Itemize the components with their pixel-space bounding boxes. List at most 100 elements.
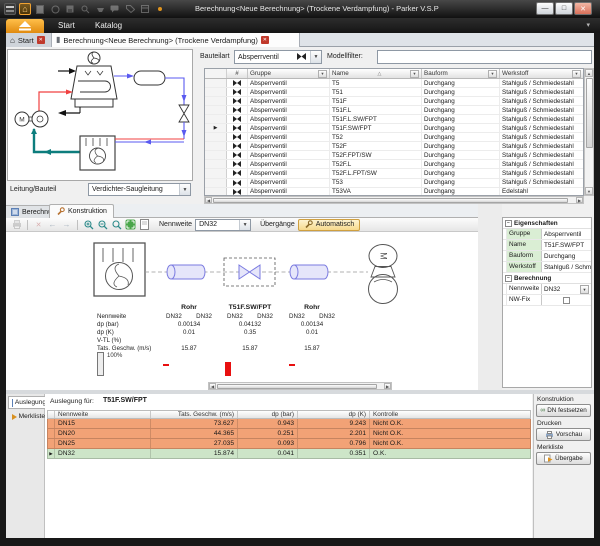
parts-table-row[interactable]: AbsperrventilT52F.LDurchgangStahlguß / S…: [205, 160, 583, 169]
parts-table-row[interactable]: AbsperrventilT52FDurchgangStahlguß / Sch…: [205, 142, 583, 151]
group-eigenschaften[interactable]: − Eigenschaften: [503, 218, 591, 229]
close-button[interactable]: ✕: [574, 2, 592, 15]
modellfilter-input[interactable]: [377, 50, 592, 64]
tab-konstruktion-view[interactable]: Konstruktion: [49, 204, 114, 218]
leitung-bauteil-select[interactable]: Verdichter-Saugleitung ▼: [88, 183, 191, 196]
parts-table-row[interactable]: AbsperrventilT52DurchgangStahlguß / Schm…: [205, 133, 583, 142]
component-geschw: 15.87: [220, 345, 280, 352]
window-border: [594, 33, 600, 546]
menu-katalog[interactable]: Katalog: [95, 21, 122, 30]
parts-table-row[interactable]: AbsperrventilT51F.L.SW/FPTDurchgangStahl…: [205, 115, 583, 124]
group-berechnung[interactable]: − Berechnung: [503, 273, 591, 284]
valve-icon: [227, 151, 248, 159]
close-tab-icon[interactable]: ✕: [37, 36, 45, 44]
print-icon[interactable]: [11, 219, 22, 230]
tab-auslegung[interactable]: Auslegung: [8, 396, 49, 409]
cell-gruppe: Absperrventil: [248, 169, 330, 177]
tab-start[interactable]: ⌂ Start ✕: [6, 33, 52, 47]
filter-icon[interactable]: ▼: [488, 70, 497, 78]
column-name[interactable]: Name△▼: [330, 69, 422, 78]
fit-to-view-icon[interactable]: [125, 219, 136, 230]
back-icon[interactable]: ←: [47, 219, 58, 230]
collapse-icon[interactable]: −: [505, 275, 512, 282]
parts-table-row[interactable]: AbsperrventilT51DurchgangStahlguß / Schm…: [205, 88, 583, 97]
favorites-icon[interactable]: [94, 3, 106, 15]
column-hash[interactable]: #: [227, 69, 248, 78]
property-row-werkstoff[interactable]: WerkstoffStahlguß / Schmiedestahl: [503, 262, 591, 273]
auslegung-table-row[interactable]: DN2044.3650.2512.201Nicht O.K.: [47, 429, 531, 439]
cell-werkstoff: Stahlguß / Schmiedestahl: [500, 106, 583, 114]
parts-table-row[interactable]: ▶AbsperrventilT51F.SW/FPTDurchgangStahlg…: [205, 124, 583, 133]
cell-gruppe: Absperrventil: [248, 124, 330, 132]
open-icon[interactable]: [49, 3, 61, 15]
comment-icon[interactable]: [109, 3, 121, 15]
close-tab-icon[interactable]: ✕: [261, 36, 269, 44]
dropdown-arrow-icon[interactable]: ▼: [580, 285, 589, 294]
parts-table-row[interactable]: AbsperrventilT52F.L.FPT/SWDurchgangStahl…: [205, 169, 583, 178]
automatisch-toggle-button[interactable]: Automatisch: [298, 219, 361, 231]
uebergabe-button[interactable]: Übergabe: [536, 452, 591, 465]
cell-gruppe: Absperrventil: [248, 151, 330, 159]
canvas-hscrollbar[interactable]: ◀ ▶: [208, 382, 392, 390]
auslegung-table-row[interactable]: DN1573.6270.9439.243Nicht O.K.: [47, 419, 531, 429]
parts-table-row[interactable]: AbsperrventilT53DurchgangStahlguß / Schm…: [205, 179, 583, 188]
parts-table-vscrollbar[interactable]: ▲ ▼: [584, 68, 594, 196]
row-indicator: [205, 106, 227, 114]
zoom-in-icon[interactable]: [83, 219, 94, 230]
delete-icon[interactable]: ✕: [33, 219, 44, 230]
dn-festsetzen-button[interactable]: ∞ DN festsetzen: [536, 404, 591, 417]
auslegung-table-header: Nennweite Tats. Geschw. (m/s) dp (bar) d…: [47, 410, 531, 419]
parts-table-row[interactable]: AbsperrventilT5DurchgangStahlguß / Schmi…: [205, 79, 583, 88]
auslegung-table-row[interactable]: DN2527.0350.0930.796Nicht O.K.: [47, 439, 531, 449]
menu-start[interactable]: Start: [58, 21, 75, 30]
collapse-icon[interactable]: −: [505, 220, 512, 227]
column-werkstoff[interactable]: Werkstoff▼: [500, 69, 583, 78]
zoom-reset-icon[interactable]: [111, 219, 122, 230]
dp-bar-pipe2: [289, 364, 295, 366]
column-gruppe[interactable]: Gruppe▼: [248, 69, 330, 78]
zoom-out-icon[interactable]: [97, 219, 108, 230]
tab-merkliste[interactable]: Merkliste: [8, 410, 48, 423]
property-row-nwfix[interactable]: NW-Fix: [503, 295, 591, 306]
maximize-button[interactable]: □: [555, 2, 573, 15]
parts-table-row[interactable]: AbsperrventilT51FDurchgangStahlguß / Sch…: [205, 97, 583, 106]
property-row-name[interactable]: NameT51F.SW/FPT: [503, 240, 591, 251]
filter-icon[interactable]: ▼: [572, 70, 581, 78]
parts-table-row[interactable]: AbsperrventilT51F.LDurchgangStahlguß / S…: [205, 106, 583, 115]
splitter[interactable]: [478, 204, 502, 390]
tag-icon[interactable]: [124, 3, 136, 15]
parts-table-row[interactable]: AbsperrventilT52F.FPT/SWDurchgangStahlgu…: [205, 151, 583, 160]
quick-access-toolbar: ⌂: [4, 2, 166, 16]
filter-icon[interactable]: ▼: [410, 70, 419, 78]
window-title: Berechnung<Neue Berechnung> (Trockene Ve…: [195, 4, 455, 13]
vorschau-button[interactable]: Vorschau: [536, 428, 591, 441]
cell-bauform: Durchgang: [422, 179, 500, 187]
column-bauform[interactable]: Bauform▼: [422, 69, 500, 78]
window-border: [0, 538, 600, 546]
auslegung-table-row[interactable]: ▶DN3215.8740.0410.351O.K.: [47, 449, 531, 459]
application-menu-button[interactable]: [6, 19, 44, 33]
home-icon[interactable]: ⌂: [19, 3, 31, 15]
tab-berechnung[interactable]: ▮ Berechnung<Neue Berechnung> (Trockene …: [52, 33, 300, 47]
property-row-bauform[interactable]: BauformDurchgang: [503, 251, 591, 262]
minimize-button[interactable]: —: [536, 2, 554, 15]
filter-icon[interactable]: ▼: [318, 70, 327, 78]
konstruktion-canvas[interactable]: M: [6, 232, 478, 390]
forward-icon[interactable]: →: [61, 219, 72, 230]
nwfix-checkbox[interactable]: [563, 297, 570, 304]
new-document-icon[interactable]: [34, 3, 46, 15]
parts-table-hscrollbar[interactable]: ◀ ▶: [204, 196, 584, 204]
properties-panel: − Eigenschaften GruppeAbsperrventilNameT…: [502, 217, 592, 388]
nennweite-select[interactable]: DN32 ▼: [195, 219, 251, 231]
page-view-icon[interactable]: [139, 219, 150, 230]
property-row-gruppe[interactable]: GruppeAbsperrventil: [503, 229, 591, 240]
pin-icon[interactable]: [154, 3, 166, 15]
property-row-nennweite[interactable]: Nennweite DN32 ▼: [503, 284, 591, 295]
search-icon[interactable]: [79, 3, 91, 15]
parts-table-row[interactable]: AbsperrventilT53VADurchgangEdelstahl: [205, 188, 583, 196]
bauteilart-select[interactable]: Absperrventil ▼: [234, 50, 322, 64]
snapshot-icon[interactable]: [139, 3, 151, 15]
cell-werkstoff: Stahlguß / Schmiedestahl: [500, 97, 583, 105]
ribbon-collapse-icon[interactable]: ▾: [586, 21, 590, 29]
save-icon[interactable]: [64, 3, 76, 15]
